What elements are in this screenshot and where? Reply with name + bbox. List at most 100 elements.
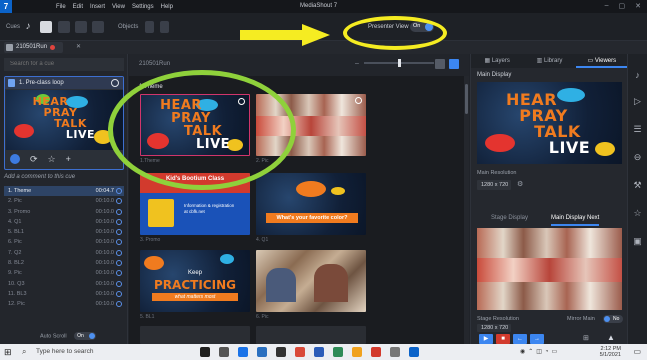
auto-scroll-toggle[interactable]: On [74,332,97,340]
cue-timer-icon[interactable] [116,188,122,194]
menu-insert[interactable]: Insert [90,4,105,10]
warning-icon[interactable]: ▲ [607,333,615,342]
add-image-cue-icon[interactable] [75,21,87,33]
play-circle-icon[interactable]: ▷ [632,96,643,107]
cue-timer-icon[interactable] [116,218,122,225]
close-tab-icon[interactable]: ✕ [76,43,81,50]
app-icon[interactable] [371,347,381,357]
word-icon[interactable] [314,347,324,357]
search-app-icon[interactable] [200,347,210,357]
clock[interactable]: 2:12 PM 5/1/2021 [600,346,621,358]
wrench-icon[interactable]: ⚒ [632,180,643,191]
link-icon[interactable]: ⊖ [632,152,643,163]
slide-partial[interactable] [256,326,366,344]
cue-timer-icon[interactable] [116,270,122,277]
zoom-out-icon[interactable]: – [355,60,359,67]
cue-timer-icon[interactable] [116,290,122,297]
cue-list-item[interactable]: 2. Pic 00:10.0 [4,196,124,206]
chrome-icon[interactable] [295,347,305,357]
zoom-slider-knob[interactable] [398,59,401,67]
menu-settings[interactable]: Settings [132,4,154,10]
menu-file[interactable]: File [56,4,66,10]
tab-library[interactable]: ▥ Library [523,54,575,68]
teams-icon[interactable] [333,347,343,357]
star-icon[interactable]: ☆ [632,208,643,219]
mirror-main-toggle[interactable]: No [603,315,623,323]
main-resolution-select[interactable]: 1280 x 720 [477,180,511,190]
cue-list-item[interactable]: 5. BL1 00:10.0 [4,227,124,237]
add-icon[interactable]: + [66,154,71,165]
grid-icon[interactable]: ⊞ [583,334,589,342]
tab-viewers[interactable]: ▭ Viewers [575,54,628,68]
task-view-icon[interactable] [219,347,229,357]
notifications-icon[interactable]: ▭ [633,347,641,356]
folder-icon[interactable] [352,347,362,357]
cue-timer-icon[interactable] [116,280,122,287]
menu-view[interactable]: View [112,4,125,10]
taskbar-search-input[interactable]: Type here to search [36,348,93,355]
slide-keep-practicing[interactable]: Keep PRACTICING what matters most [140,250,250,312]
cue-list-item[interactable]: 1. Theme 00:04.7 [4,186,124,197]
app-icon[interactable] [390,347,400,357]
tab-210501run[interactable]: 210501Run [4,42,64,53]
cue-timer-icon[interactable] [116,239,122,246]
cue-timer-icon[interactable] [116,198,122,205]
loop-icon[interactable]: ⟳ [30,154,38,165]
cue-list-item[interactable]: 3. Promo 00:10.0 [4,207,124,217]
cue-list-item[interactable]: 6. Pic 00:10.0 [4,237,124,247]
cue-list-item[interactable]: 7. Q2 00:10.0 [4,248,124,258]
cue-comment-field[interactable]: Add a comment to this cue [4,174,75,180]
cue-timer-icon[interactable] [116,260,122,267]
close-window-button[interactable]: ✕ [635,2,641,10]
slide-partial[interactable] [140,326,250,344]
play-icon[interactable]: ▶ [479,334,493,344]
cue-list-item[interactable]: 12. Pic 00:10.0 [4,299,124,309]
grid-view-icon[interactable] [449,59,459,69]
minimize-button[interactable]: – [605,2,609,10]
maximize-button[interactable]: ▢ [619,2,626,10]
search-icon[interactable]: ⌕ [22,347,26,357]
system-tray-icons[interactable]: ◉⌃◫◔▭ [520,348,560,355]
menu-edit[interactable]: Edit [73,4,83,10]
menu-help[interactable]: Help [161,4,173,10]
tab-stage-display[interactable]: Stage Display [491,212,528,224]
previous-icon[interactable]: ← [513,334,527,344]
slide-grid-scrollbar[interactable] [464,76,469,344]
cue-list-item[interactable]: 11. BL3 00:10.0 [4,289,124,299]
edge-icon[interactable] [238,347,248,357]
cue-list-item[interactable]: 9. Pic 00:10.0 [4,268,124,278]
cue-timer-icon[interactable] [116,301,122,308]
tab-layers[interactable]: ▦ Layers [471,54,523,68]
tab-main-display-next[interactable]: Main Display Next [551,212,600,226]
explorer-icon[interactable] [257,347,267,357]
archive-icon[interactable]: ▣ [632,236,643,247]
star-icon[interactable]: ☆ [48,154,56,165]
list-icon[interactable]: ☰ [632,124,643,135]
slide-photo-2[interactable] [256,250,366,312]
music-note-icon[interactable]: ♪ [632,70,643,81]
cue-search-input[interactable] [4,58,124,71]
add-media-cue-icon[interactable] [58,21,70,33]
add-text-cue-icon[interactable] [40,21,52,33]
windows-start-icon[interactable]: ⊞ [4,347,12,358]
zoom-slider[interactable] [364,59,434,67]
store-icon[interactable] [276,347,286,357]
cue-timer-icon[interactable] [116,249,122,256]
cue-list-item[interactable]: 10. Q3 00:10.0 [4,279,124,289]
next-icon[interactable]: → [530,334,544,344]
slide-question[interactable]: What's your favorite color? [256,173,366,235]
scrollbar-thumb[interactable] [465,84,468,114]
play-cue-icon[interactable] [10,154,20,164]
mediashout-taskbar-icon[interactable] [409,347,419,357]
settings-gear-icon[interactable]: ⚙ [517,180,523,188]
cue-timer-icon[interactable] [116,208,122,215]
cue-list-item[interactable]: 4. Q1 00:10.0 [4,217,124,227]
cue-timer-icon[interactable] [116,229,122,236]
shape-object-icon[interactable] [160,21,169,33]
stop-icon[interactable]: ■ [496,334,510,344]
music-note-icon[interactable]: ♪ [22,21,34,33]
list-view-icon[interactable] [435,59,445,69]
add-video-cue-icon[interactable] [92,21,104,33]
stage-resolution-select[interactable]: 1280 x 720 [477,324,511,332]
cue-list-item[interactable]: 8. BL2 00:10.0 [4,258,124,268]
